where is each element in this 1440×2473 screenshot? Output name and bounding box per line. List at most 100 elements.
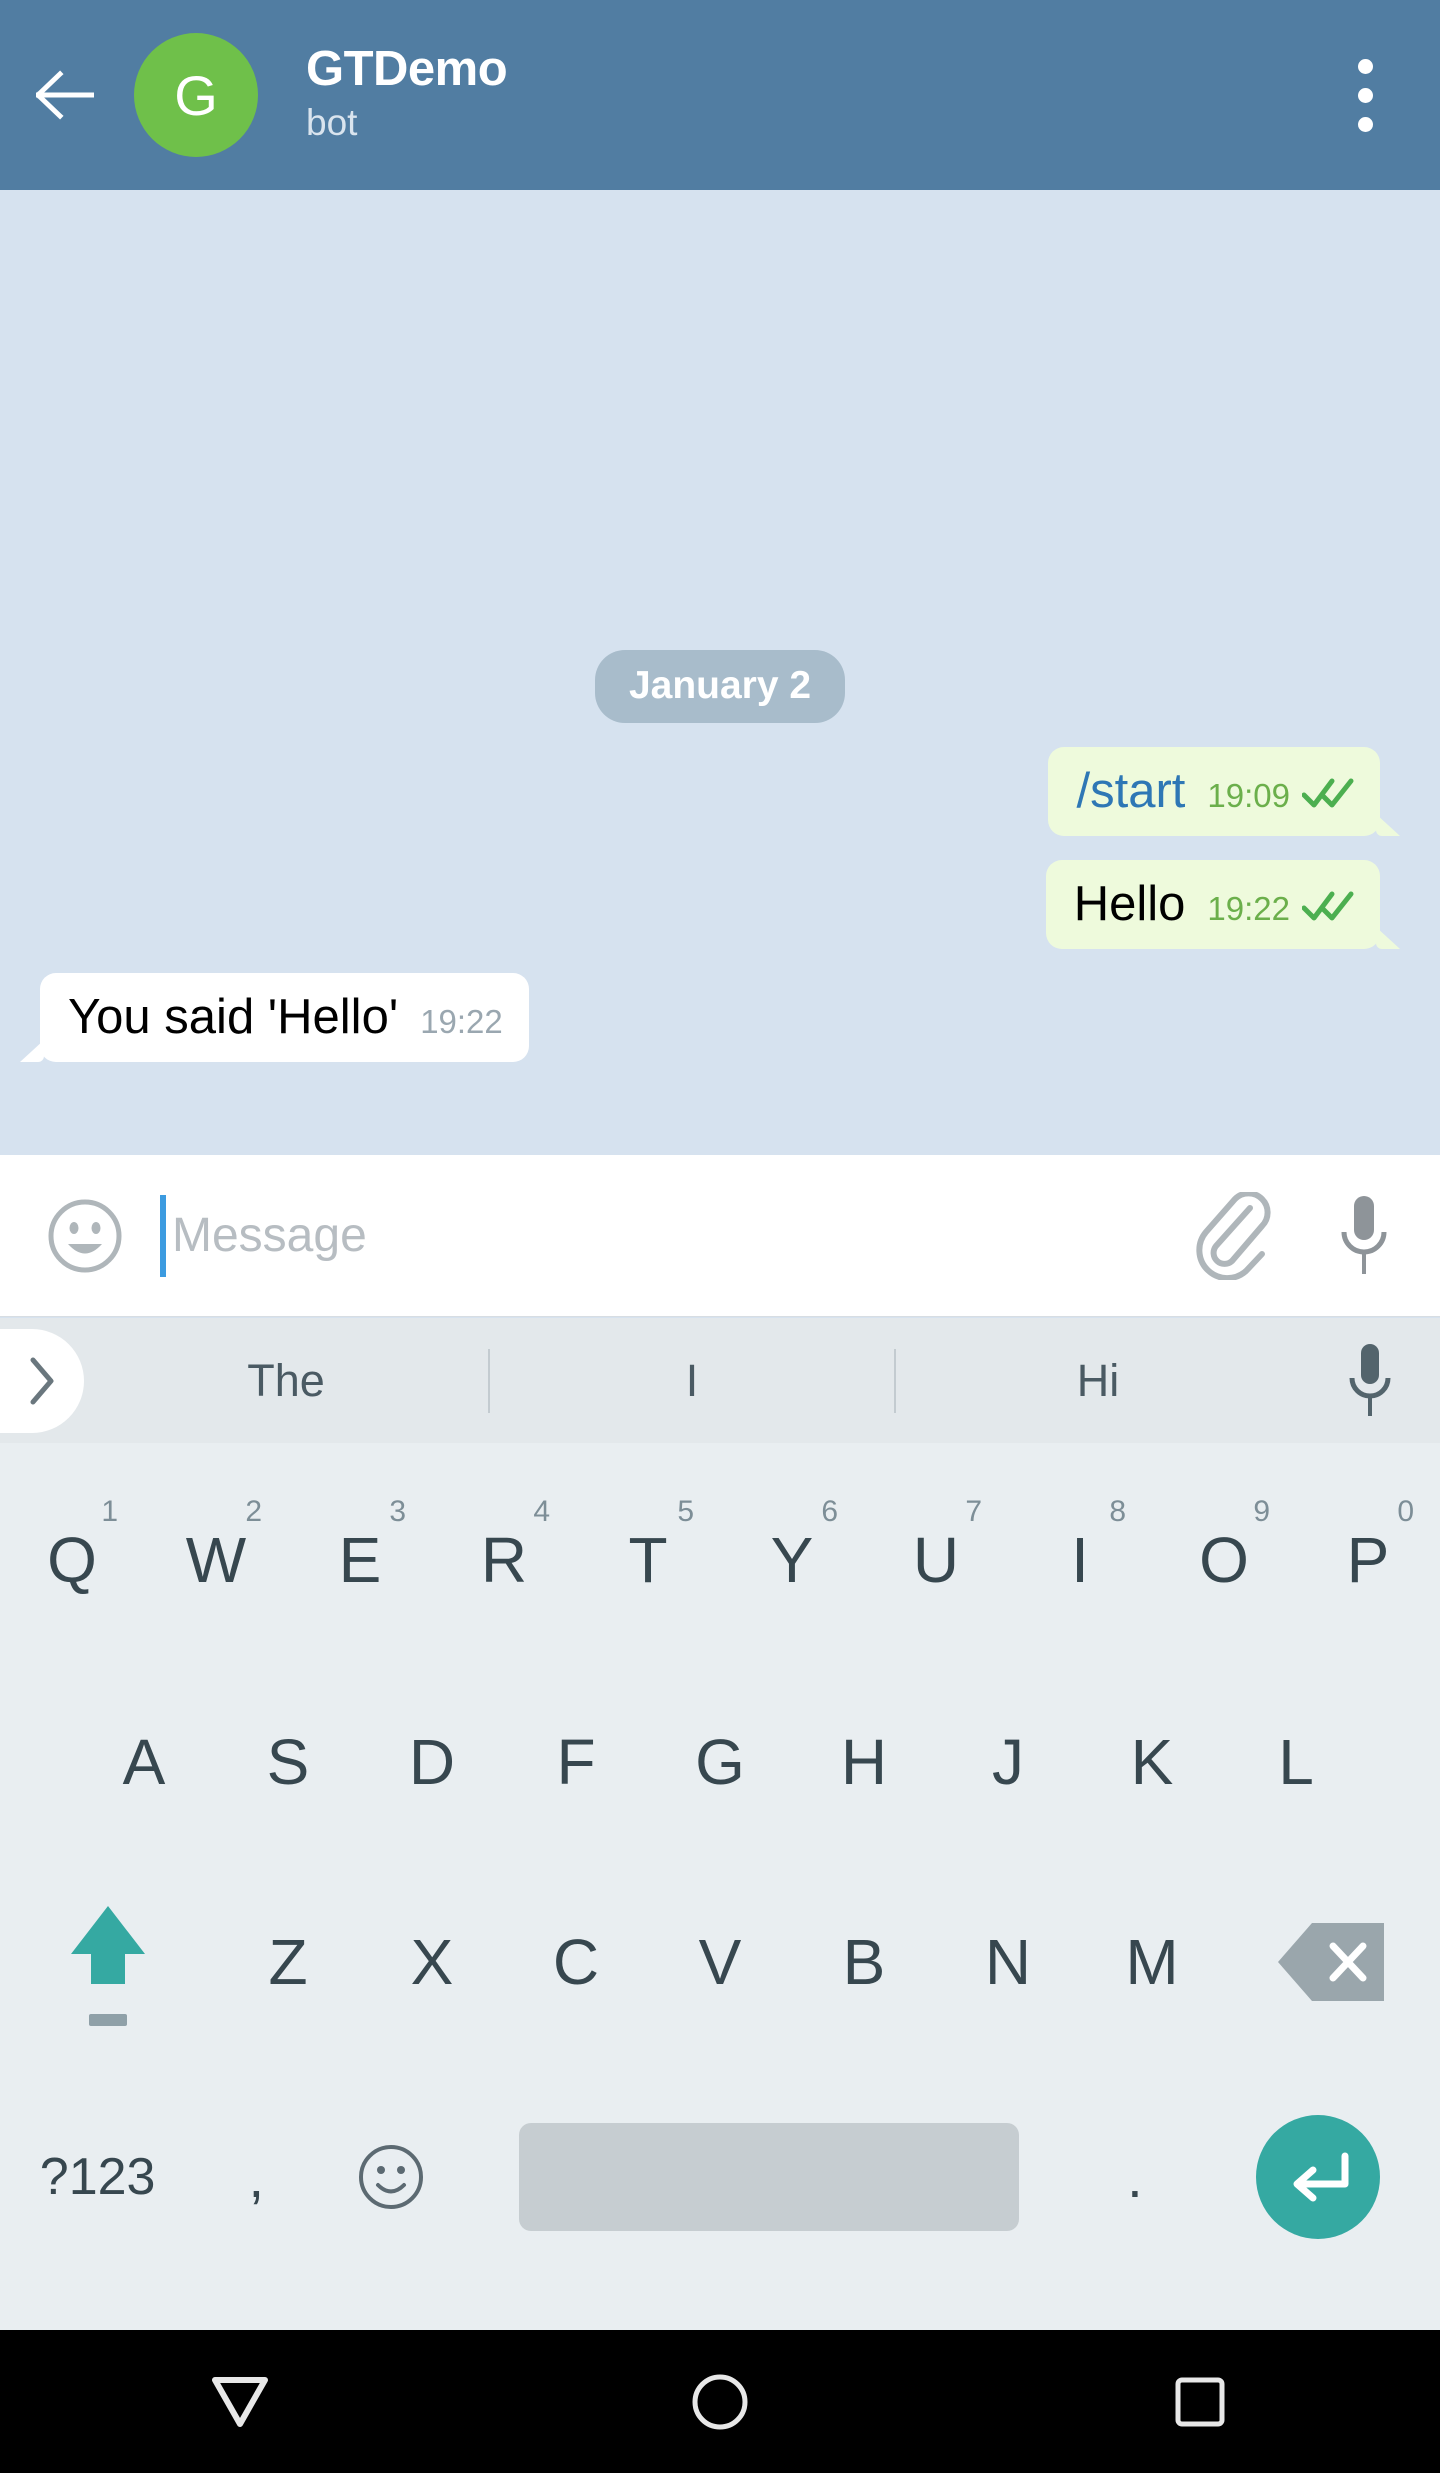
smiley-face-icon (358, 2145, 423, 2209)
suggestion-item-0[interactable]: The (84, 1358, 488, 1403)
key-m[interactable]: M (1080, 1862, 1224, 2062)
keyboard-row-1: 1Q 2W 3E 4R 5T 6Y 7U 8I 9O 0P (0, 1457, 1440, 1662)
chat-header: G GTDemo bot (0, 0, 1440, 190)
key-digit: 1 (101, 1495, 119, 1528)
double-check-icon (1301, 889, 1354, 928)
paperclip-icon (1196, 1189, 1271, 1281)
key-p[interactable]: 0P (1296, 1457, 1440, 1662)
enter-key-surface (1255, 2115, 1380, 2239)
key-g[interactable]: G (648, 1662, 792, 1862)
key-e[interactable]: 3E (288, 1457, 432, 1662)
emoji-key[interactable] (317, 2062, 463, 2292)
emoji-button[interactable] (46, 1197, 124, 1275)
key-z[interactable]: Z (216, 1862, 360, 2062)
keyboard-row-2: A S D F G H J K L (0, 1662, 1440, 1862)
keyboard-suggestion-strip: The I Hi (0, 1318, 1440, 1443)
shift-key[interactable] (0, 1862, 216, 2062)
period-key[interactable]: . (1074, 2062, 1196, 2292)
message-bubble-incoming[interactable]: You said 'Hello' 19:22 (20, 973, 529, 1062)
message-time: 19:22 (1207, 890, 1290, 927)
space-key-surface (518, 2123, 1019, 2231)
keyboard-row-4: ?123 , . (0, 2062, 1440, 2292)
voice-input-button[interactable] (1300, 1340, 1440, 1422)
key-letter: E (338, 1523, 382, 1596)
key-q[interactable]: 1Q (0, 1457, 144, 1662)
overflow-menu-button[interactable] (1290, 0, 1440, 190)
key-b[interactable]: B (792, 1862, 936, 2062)
microphone-icon (1341, 1195, 1387, 1274)
message-row: Hello 19:22 (18, 860, 1422, 949)
suggestion-item-2[interactable]: Hi (896, 1358, 1300, 1403)
enter-key[interactable] (1196, 2062, 1440, 2292)
nav-home-button[interactable] (480, 2372, 960, 2432)
key-digit: 9 (1253, 1495, 1271, 1528)
message-row: /start 19:09 (18, 747, 1422, 836)
key-l[interactable]: L (1224, 1662, 1368, 1862)
back-button[interactable] (0, 0, 130, 190)
key-letter: P (1346, 1523, 1390, 1596)
key-n[interactable]: N (936, 1862, 1080, 2062)
chevron-right-icon (30, 1357, 54, 1404)
key-digit: 5 (677, 1495, 695, 1528)
key-k[interactable]: K (1080, 1662, 1224, 1862)
key-digit: 0 (1397, 1495, 1415, 1528)
attach-button[interactable] (1192, 1189, 1272, 1281)
message-time: 19:09 (1207, 777, 1290, 814)
key-letter: Y (770, 1523, 814, 1596)
key-i[interactable]: 8I (1008, 1457, 1152, 1662)
nav-recents-square-icon (1175, 2377, 1225, 2426)
key-d[interactable]: D (360, 1662, 504, 1862)
message-text: Hello (1073, 877, 1186, 931)
message-text: You said 'Hello' (68, 990, 399, 1044)
key-digit: 8 (1109, 1495, 1127, 1528)
key-c[interactable]: C (504, 1862, 648, 2062)
key-h[interactable]: H (792, 1662, 936, 1862)
overflow-menu-icon (1357, 58, 1373, 74)
comma-key[interactable]: , (195, 2062, 317, 2292)
message-row: You said 'Hello' 19:22 (18, 973, 1422, 1062)
keyboard-row-3: Z X C V B N M (0, 1862, 1440, 2062)
key-digit: 7 (965, 1495, 983, 1528)
key-letter: O (1199, 1523, 1249, 1596)
key-s[interactable]: S (216, 1662, 360, 1862)
date-separator-row: January 2 (18, 650, 1422, 723)
key-x[interactable]: X (360, 1862, 504, 2062)
search-input[interactable]: Message (172, 1208, 1192, 1263)
nav-back-down-triangle-icon (212, 2376, 268, 2427)
backspace-key[interactable] (1224, 1862, 1440, 2062)
key-digit: 2 (245, 1495, 263, 1528)
key-f[interactable]: F (504, 1662, 648, 1862)
shift-indicator-bar (89, 2014, 127, 2026)
key-v[interactable]: V (648, 1862, 792, 2062)
key-t[interactable]: 5T (576, 1457, 720, 1662)
key-o[interactable]: 9O (1152, 1457, 1296, 1662)
key-u[interactable]: 7U (864, 1457, 1008, 1662)
key-y[interactable]: 6Y (720, 1457, 864, 1662)
symbols-key[interactable]: ?123 (0, 2062, 195, 2292)
key-a[interactable]: A (72, 1662, 216, 1862)
space-key[interactable] (464, 2062, 1074, 2292)
nav-home-circle-icon (692, 2374, 748, 2429)
date-separator: January 2 (594, 650, 846, 723)
message-bubble-outgoing[interactable]: /start 19:09 (1048, 747, 1400, 836)
key-letter: T (628, 1523, 668, 1596)
nav-recents-button[interactable] (960, 2374, 1440, 2430)
key-j[interactable]: J (936, 1662, 1080, 1862)
telegram-chat-screen: G GTDemo bot January 2 /start 19:09 Hell… (0, 0, 1440, 2473)
message-meta: 19:22 (1207, 889, 1354, 928)
key-letter: I (1071, 1523, 1089, 1596)
voice-record-button[interactable] (1334, 1190, 1394, 1282)
key-digit: 3 (389, 1495, 407, 1528)
message-list[interactable]: January 2 /start 19:09 Hello 19:22 You s… (0, 190, 1440, 1155)
expand-suggestions-button[interactable] (0, 1328, 84, 1433)
avatar[interactable]: G (134, 33, 258, 157)
nav-back-button[interactable] (0, 2374, 480, 2430)
key-r[interactable]: 4R (432, 1457, 576, 1662)
back-arrow-icon (36, 70, 94, 120)
key-letter: W (185, 1523, 247, 1596)
key-w[interactable]: 2W (144, 1457, 288, 1662)
suggestion-item-1[interactable]: I (490, 1358, 894, 1403)
message-input-bar: Message (0, 1155, 1440, 1317)
message-bubble-outgoing[interactable]: Hello 19:22 (1045, 860, 1401, 949)
message-meta: 19:22 (420, 1005, 503, 1038)
